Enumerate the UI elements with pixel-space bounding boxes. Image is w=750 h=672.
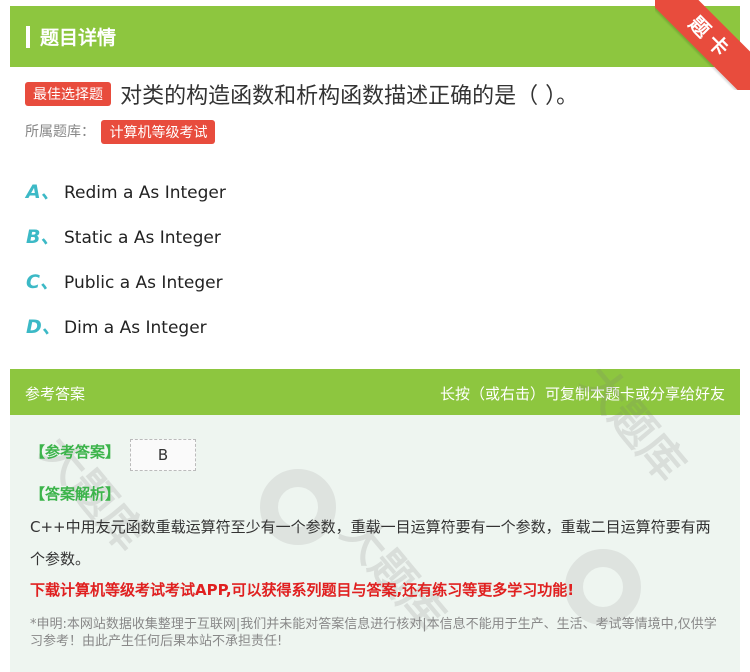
option-letter: D、 xyxy=(26,316,61,338)
question-card-ribbon[interactable]: 题卡 xyxy=(655,0,750,90)
header-accent-bar xyxy=(26,26,30,48)
answer-section-title: 参考答案 xyxy=(25,385,86,403)
option-d[interactable]: D、 Dim a As Integer xyxy=(26,312,207,339)
option-text: Static a As Integer xyxy=(64,228,221,248)
ribbon-label: 题卡 xyxy=(655,0,750,90)
answer-panel: 参考答案 长按（或右击）可复制本题卡或分享给好友 大题库 大题库 大题库 【参考… xyxy=(10,369,740,672)
option-text: Public a As Integer xyxy=(64,273,223,293)
question-library: 所属题库： 计算机等级考试 xyxy=(25,120,216,144)
option-text: Dim a As Integer xyxy=(64,318,207,338)
library-label: 所属题库： xyxy=(25,124,95,140)
option-letter: B、 xyxy=(26,226,60,248)
question-text: 对类的构造函数和析构函数描述正确的是（ ）。 xyxy=(120,84,579,109)
question-stem: 最佳选择题 对类的构造函数和析构函数描述正确的是（ ）。 xyxy=(25,78,735,110)
question-type-badge: 最佳选择题 xyxy=(25,82,111,106)
option-letter: A、 xyxy=(26,181,60,203)
option-text: Redim a As Integer xyxy=(64,183,226,203)
option-b[interactable]: B、 Static a As Integer xyxy=(26,222,221,249)
option-a[interactable]: A、 Redim a As Integer xyxy=(26,177,226,204)
analysis-text: C++中用友元函数重载运算符至少有一个参数，重载一目运算符要有一个参数，重载二目… xyxy=(30,518,711,568)
disclaimer: *申明:本网站数据收集整理于互联网|我们并未能对答案信息进行核对|本信息不能用于… xyxy=(30,617,717,649)
app-download-promo[interactable]: 下载计算机等级考试考试APP,可以获得系列题目与答案,还有练习等更多学习功能! xyxy=(30,579,574,600)
analysis-label: 【答案解析】 xyxy=(30,485,121,503)
reference-answer-label: 【参考答案】 xyxy=(30,443,121,461)
library-badge[interactable]: 计算机等级考试 xyxy=(101,120,216,144)
reference-answer-value: B xyxy=(130,439,196,471)
option-c[interactable]: C、 Public a As Integer xyxy=(26,267,223,294)
option-letter: C、 xyxy=(26,271,59,293)
page-header: 题目详情 xyxy=(10,6,740,67)
page-title: 题目详情 xyxy=(40,27,117,49)
